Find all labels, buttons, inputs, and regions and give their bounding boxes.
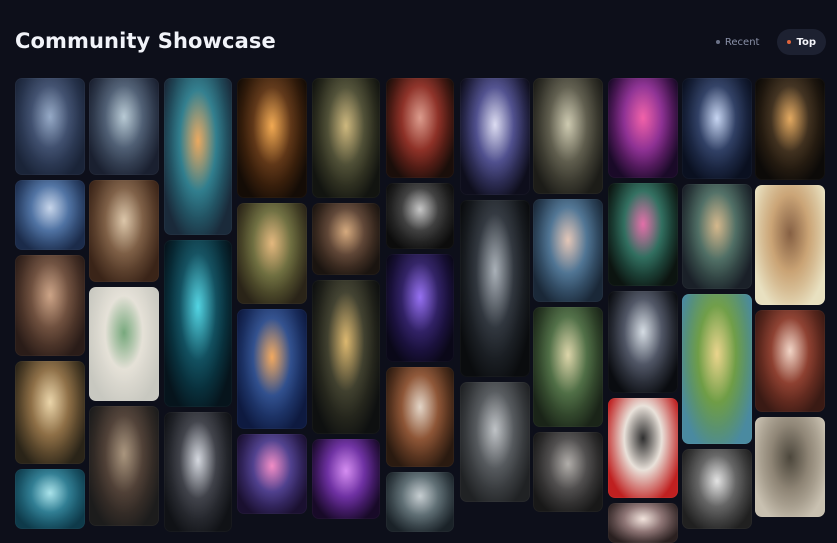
gallery-card-blue-night-street[interactable] <box>237 309 307 429</box>
gallery-card-neon-purple-rabbit[interactable] <box>386 254 454 362</box>
gallery-card-elephant-sculpture[interactable] <box>533 432 603 512</box>
card-image <box>386 472 454 532</box>
card-image <box>682 184 752 289</box>
gallery-card-bedroom-window-waves[interactable] <box>89 78 159 175</box>
card-image <box>682 449 752 529</box>
gallery-card-river-valley-misty[interactable] <box>533 307 603 427</box>
gallery-card-astronaut-standing[interactable] <box>164 412 232 532</box>
gallery-card-white-blossom[interactable] <box>608 503 678 543</box>
card-image <box>682 78 752 179</box>
gallery-card-castle-valley-sunset[interactable] <box>237 203 307 304</box>
card-image <box>608 398 678 498</box>
gallery-card-winged-armored-knight[interactable] <box>312 439 380 519</box>
gallery-card-ice-wizard-robed[interactable] <box>460 78 530 195</box>
gallery-card-butterfly-flowers[interactable] <box>608 183 678 286</box>
gallery-card-jar-with-galaxy[interactable] <box>755 78 825 180</box>
card-image <box>237 434 307 514</box>
card-image <box>682 294 752 444</box>
card-image <box>164 412 232 532</box>
gallery-card-gemstones-collection[interactable] <box>89 287 159 401</box>
gallery-card-ruined-cathedral[interactable] <box>533 78 603 194</box>
gallery-card-dark-warrior-king[interactable] <box>15 78 85 175</box>
gallery-card-space-marine-armor[interactable] <box>386 367 454 467</box>
gallery-card-ship-in-bottle[interactable] <box>312 203 380 275</box>
card-image <box>15 78 85 175</box>
card-image <box>312 78 380 198</box>
card-image <box>533 199 603 302</box>
card-image <box>89 287 159 401</box>
gallery-card-rabbit-reading-book[interactable] <box>89 180 159 282</box>
card-image <box>237 203 307 304</box>
card-image <box>89 406 159 526</box>
gallery-card-tribal-elder-portrait[interactable] <box>386 78 454 178</box>
card-image <box>15 255 85 356</box>
card-image <box>386 367 454 467</box>
card-image <box>755 78 825 180</box>
card-image <box>460 382 530 502</box>
card-image <box>608 503 678 543</box>
gallery-card-child-neon-city[interactable] <box>608 78 678 178</box>
gallery-card-cyborg-face[interactable] <box>608 291 678 393</box>
card-image <box>460 78 530 195</box>
gallery-card-dragon-creature-armor[interactable] <box>682 184 752 289</box>
gallery-card-woman-in-white-dress[interactable] <box>755 310 825 412</box>
gallery-card-woman-portrait[interactable] <box>15 255 85 356</box>
card-image <box>608 183 678 286</box>
card-image <box>312 280 380 434</box>
gallery-card-red-road-poster[interactable] <box>608 398 678 498</box>
card-image <box>608 78 678 178</box>
card-image <box>237 78 307 198</box>
gallery-card-spiral-moon-city[interactable] <box>460 200 530 377</box>
card-image <box>386 254 454 362</box>
image-gallery <box>0 0 837 543</box>
card-image <box>15 180 85 250</box>
gallery-card-bottle-with-galaxy[interactable] <box>237 78 307 198</box>
gallery-card-glowing-tide-pools[interactable] <box>164 240 232 407</box>
card-image <box>312 439 380 519</box>
gallery-card-golden-castle-cliff[interactable] <box>682 294 752 444</box>
card-image <box>15 469 85 529</box>
card-image <box>533 78 603 194</box>
gallery-card-silver-wolf[interactable] <box>682 449 752 529</box>
card-image <box>89 180 159 282</box>
gallery-card-underwater-creature[interactable] <box>15 469 85 529</box>
gallery-card-woman-with-ornaments[interactable] <box>533 199 603 302</box>
card-image <box>164 240 232 407</box>
card-image <box>89 78 159 175</box>
gallery-card-bird-on-flowers[interactable] <box>755 185 825 305</box>
card-image <box>533 432 603 512</box>
card-image <box>15 361 85 464</box>
gallery-card-gothic-castle-hill[interactable] <box>460 382 530 502</box>
card-image <box>312 203 380 275</box>
gallery-card-ivory-carved-sculpture[interactable] <box>15 361 85 464</box>
gallery-card-silver-skull[interactable] <box>386 183 454 249</box>
card-image <box>460 200 530 377</box>
card-image <box>237 309 307 429</box>
gallery-card-horned-warrior-face[interactable] <box>89 406 159 526</box>
gallery-card-horse-rider-galaxy[interactable] <box>682 78 752 179</box>
card-image <box>755 417 825 517</box>
card-image <box>164 78 232 235</box>
gallery-card-ornate-gold-pattern[interactable] <box>312 78 380 198</box>
gallery-card-sketch-machinery[interactable] <box>755 417 825 517</box>
gallery-card-glass-tower-island[interactable] <box>164 78 232 235</box>
gallery-card-armored-robot[interactable] <box>15 180 85 250</box>
gallery-card-stormy-clouds[interactable] <box>386 472 454 532</box>
gallery-card-golden-tree-tower[interactable] <box>312 280 380 434</box>
card-image <box>386 183 454 249</box>
card-image <box>755 185 825 305</box>
card-image <box>755 310 825 412</box>
gallery-card-fantasy-glowing-path[interactable] <box>237 434 307 514</box>
card-image <box>533 307 603 427</box>
card-image <box>386 78 454 178</box>
card-image <box>608 291 678 393</box>
